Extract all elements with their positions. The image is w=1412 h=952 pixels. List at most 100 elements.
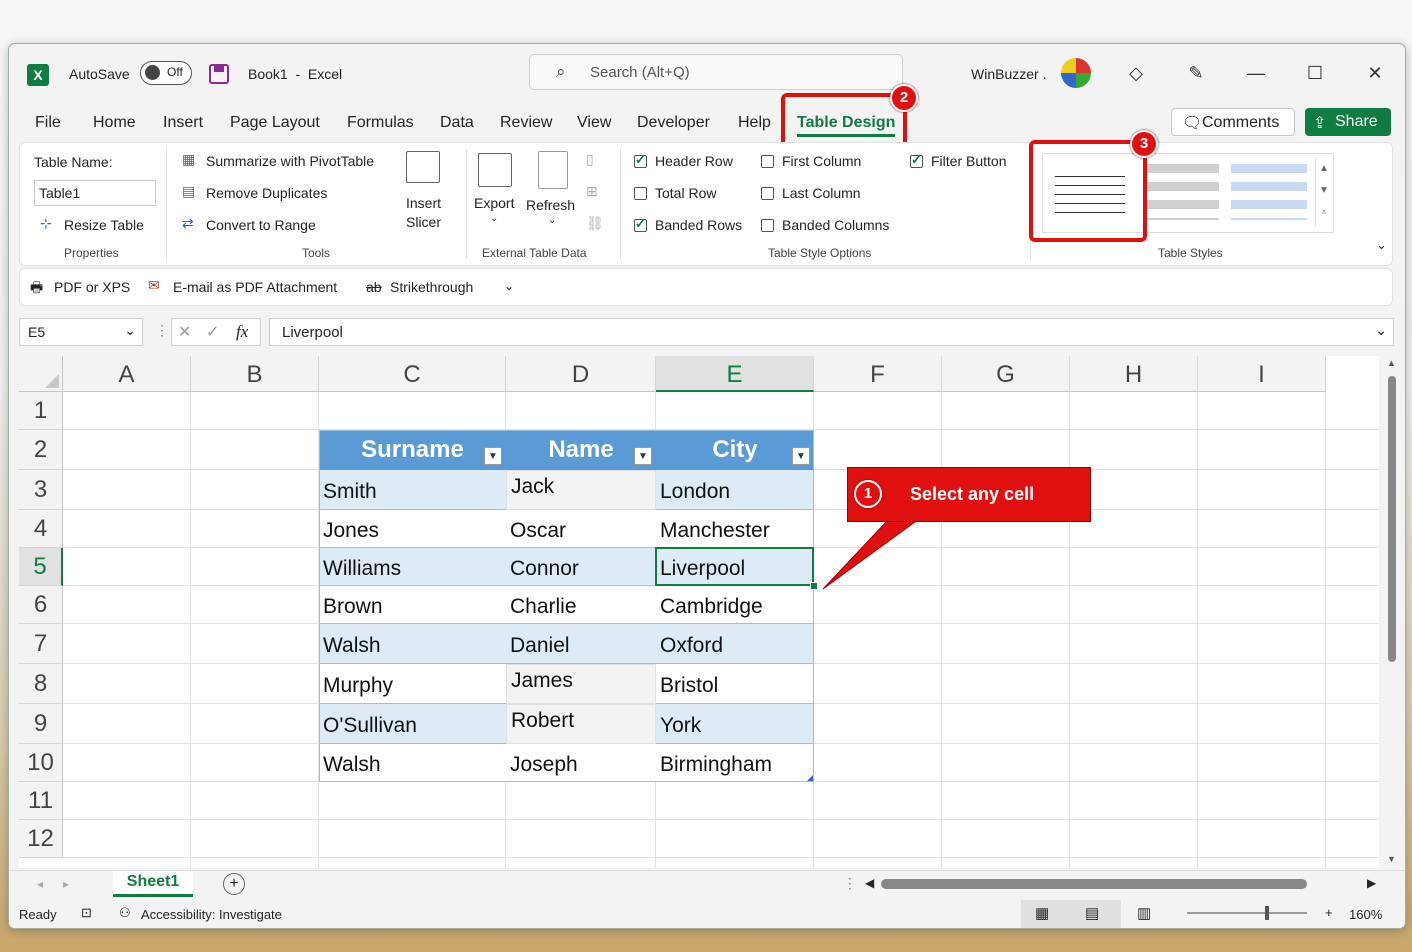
row-header-7[interactable]: 7: [19, 624, 63, 664]
prev-sheet-icon[interactable]: ◂: [37, 877, 43, 891]
avatar[interactable]: [1061, 58, 1091, 88]
filter-dropdown-icon[interactable]: ▼: [634, 447, 652, 465]
collapse-ribbon-icon[interactable]: ⌄: [1376, 237, 1387, 253]
row-header-4[interactable]: 4: [19, 510, 63, 548]
table-name-input[interactable]: Table1: [34, 180, 156, 206]
table-cell[interactable]: Daniel: [506, 624, 656, 664]
table-cell[interactable]: O'Sullivan: [319, 704, 506, 744]
vertical-scroll-thumb[interactable]: [1388, 376, 1396, 662]
gallery-scroll[interactable]: ▲ ▼ ⩡: [1315, 158, 1332, 226]
filter-dropdown-icon[interactable]: ▼: [792, 447, 810, 465]
select-all-corner[interactable]: [19, 356, 63, 392]
table-cell[interactable]: Oscar: [506, 510, 656, 548]
scroll-right-icon[interactable]: ▶: [1367, 876, 1376, 890]
table-cell[interactable]: Williams: [319, 548, 506, 586]
table-cell[interactable]: York: [656, 704, 814, 744]
properties-icon[interactable]: ▯: [586, 151, 594, 168]
first-column-checkbox[interactable]: [761, 155, 774, 168]
table-cell[interactable]: Smith: [319, 470, 506, 510]
table-cell[interactable]: Manchester: [656, 510, 814, 548]
unlink-icon[interactable]: ⛓: [586, 215, 604, 232]
row-header-9[interactable]: 9: [19, 704, 63, 744]
normal-view-icon[interactable]: ▦: [1035, 904, 1049, 922]
table-cell[interactable]: James: [506, 664, 656, 704]
table-cell[interactable]: Bristol: [656, 664, 814, 704]
tab-home[interactable]: Home: [93, 114, 136, 132]
table-cell[interactable]: Robert: [506, 704, 656, 744]
summarize-pivot-button[interactable]: Summarize with PivotTable: [206, 153, 374, 169]
maximize-icon[interactable]: ☐: [1301, 60, 1329, 86]
comments-button[interactable]: 🗨 Comments: [1171, 108, 1295, 136]
row-header-6[interactable]: 6: [19, 586, 63, 624]
tab-data[interactable]: Data: [440, 114, 474, 132]
expand-formula-icon[interactable]: ⌄: [1375, 322, 1387, 339]
row-header-8[interactable]: 8: [19, 664, 63, 704]
tab-view[interactable]: View: [577, 114, 611, 132]
page-break-view-icon[interactable]: ▥: [1137, 904, 1151, 922]
banded-columns-checkbox[interactable]: [761, 219, 774, 232]
formula-input[interactable]: Liverpool ⌄: [269, 318, 1394, 346]
table-header-cell[interactable]: City: [656, 430, 814, 470]
row-header-3[interactable]: 3: [19, 470, 63, 510]
insert-slicer-label-1[interactable]: Insert: [406, 195, 441, 211]
table-cell[interactable]: Brown: [319, 586, 506, 624]
table-cell[interactable]: Cambridge: [656, 586, 814, 624]
insert-function-icon[interactable]: fx: [236, 322, 248, 342]
total-row-checkbox[interactable]: [634, 187, 647, 200]
row-header-12[interactable]: 12: [19, 820, 63, 858]
tab-insert[interactable]: Insert: [163, 114, 203, 132]
search-box[interactable]: ⌕ Search (Alt+Q): [529, 54, 903, 90]
style-light-gray-swatch[interactable]: [1143, 164, 1219, 220]
tab-page-layout[interactable]: Page Layout: [230, 114, 320, 132]
open-browser-icon[interactable]: ⊞: [586, 183, 598, 200]
table-resize-handle[interactable]: [807, 775, 813, 781]
table-cell[interactable]: Liverpool: [656, 548, 814, 586]
tab-formulas[interactable]: Formulas: [347, 114, 414, 132]
worksheet-grid[interactable]: A B C D E F G H I 1 2 3 4 5 6 7 8 9 10 11 12 Surname ▼ Name ▼ Cit…: [19, 356, 1379, 868]
tab-file[interactable]: File: [35, 114, 61, 132]
tab-review[interactable]: Review: [500, 114, 552, 132]
table-cell[interactable]: Murphy: [319, 664, 506, 704]
page-layout-view-icon[interactable]: ▤: [1085, 904, 1099, 922]
row-header-2[interactable]: 2: [19, 430, 63, 470]
banded-rows-checkbox[interactable]: [634, 216, 647, 232]
convert-to-range-button[interactable]: Convert to Range: [206, 217, 316, 233]
column-header-g[interactable]: G: [942, 356, 1070, 392]
row-header-5[interactable]: 5: [19, 548, 63, 586]
autosave-toggle[interactable]: Off: [140, 61, 192, 85]
table-cell[interactable]: Birmingham: [656, 744, 814, 782]
column-header-b[interactable]: B: [191, 356, 319, 392]
table-cell[interactable]: Walsh: [319, 744, 506, 782]
table-cell[interactable]: Walsh: [319, 624, 506, 664]
cancel-icon[interactable]: ✕: [178, 322, 191, 342]
diamond-icon[interactable]: ◇: [1122, 60, 1150, 86]
horizontal-scroll-thumb[interactable]: [881, 879, 1307, 889]
customize-qat-icon[interactable]: ⌄: [504, 279, 514, 293]
column-header-e[interactable]: E: [656, 356, 814, 392]
add-sheet-icon[interactable]: +: [223, 873, 245, 895]
column-header-i[interactable]: I: [1198, 356, 1326, 392]
table-cell[interactable]: London: [656, 470, 814, 510]
table-cell[interactable]: Charlie: [506, 586, 656, 624]
column-header-f[interactable]: F: [814, 356, 942, 392]
table-header-cell[interactable]: Surname: [319, 430, 506, 470]
row-header-1[interactable]: 1: [19, 392, 63, 430]
row-header-10[interactable]: 10: [19, 744, 63, 782]
macro-record-icon[interactable]: ⊡: [81, 905, 92, 921]
user-name[interactable]: WinBuzzer .: [971, 66, 1046, 82]
column-header-d[interactable]: D: [506, 356, 656, 392]
table-cell[interactable]: Jones: [319, 510, 506, 548]
zoom-slider-handle[interactable]: [1265, 906, 1269, 920]
email-pdf-button[interactable]: E-mail as PDF Attachment: [173, 279, 337, 295]
table-cell[interactable]: Connor: [506, 548, 656, 586]
vertical-scrollbar[interactable]: ▲ ▼: [1381, 356, 1403, 868]
name-box[interactable]: E5 ⌄: [19, 318, 143, 346]
header-row-checkbox[interactable]: [634, 152, 647, 168]
style-light-blue-swatch[interactable]: [1231, 164, 1307, 220]
save-icon[interactable]: [209, 64, 229, 84]
resize-table-button[interactable]: Resize Table: [64, 217, 144, 233]
scroll-left-icon[interactable]: ◀: [865, 876, 874, 890]
filter-button-checkbox[interactable]: [910, 152, 923, 168]
zoom-in-icon[interactable]: +: [1325, 905, 1333, 920]
zoom-slider[interactable]: [1187, 912, 1307, 914]
